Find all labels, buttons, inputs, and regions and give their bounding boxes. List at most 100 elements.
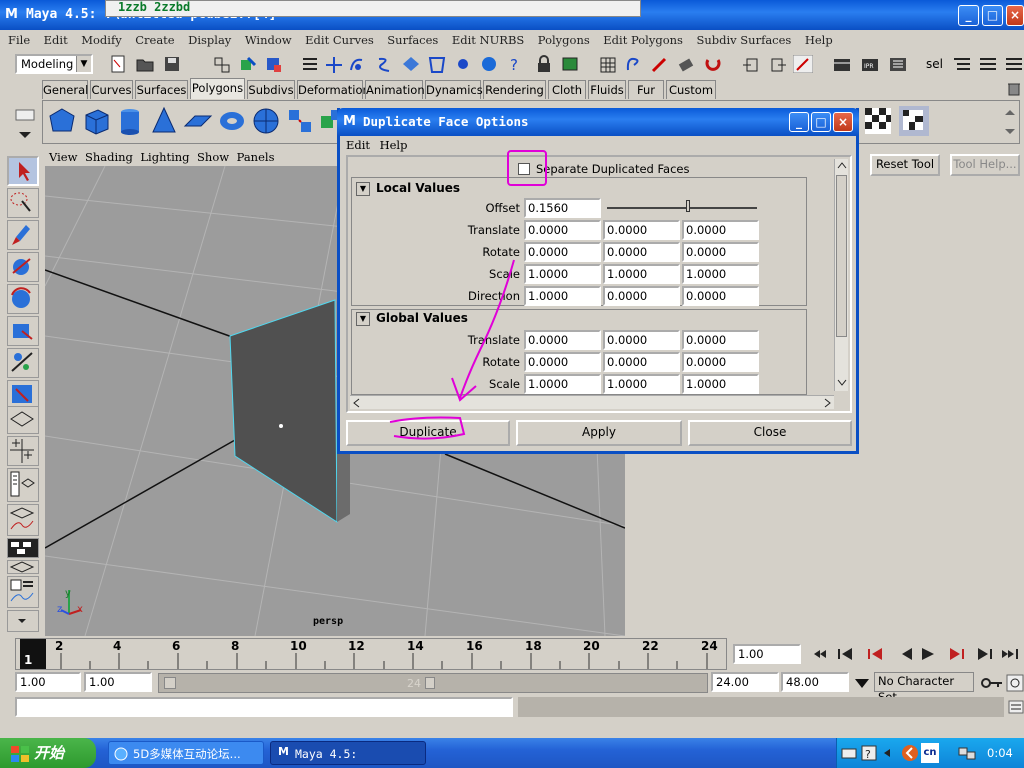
play-forwards-icon[interactable] — [922, 648, 934, 660]
shelf-tab-curves[interactable]: Curves — [90, 80, 133, 99]
play-backwards-icon[interactable] — [902, 648, 912, 660]
local-rotate-y[interactable]: 0.0000 — [603, 242, 680, 262]
lock-selection-icon[interactable] — [300, 55, 320, 73]
layout-outliner-button[interactable] — [7, 468, 39, 502]
network-icon[interactable] — [957, 744, 977, 762]
character-set-field[interactable]: No Character Set — [874, 672, 974, 704]
global-rotate-y[interactable]: 0.0000 — [603, 352, 680, 372]
vp-menu-show[interactable]: Show — [197, 148, 229, 166]
vertical-scrollbar[interactable] — [834, 159, 848, 391]
layout-persp-graph-button[interactable] — [7, 560, 39, 574]
tool-help-button[interactable]: Tool Help... — [950, 154, 1020, 176]
snap-view-icon[interactable] — [401, 55, 421, 73]
menu-subdiv-surfaces[interactable]: Subdiv Surfaces — [696, 30, 791, 50]
lock-icon[interactable] — [534, 55, 554, 73]
layout-single-button[interactable] — [7, 406, 39, 434]
new-scene-icon[interactable] — [108, 55, 128, 73]
shelf-tab-dynamics[interactable]: Dynamics — [425, 80, 483, 99]
maximize-button[interactable]: □ — [982, 5, 1003, 26]
minimize-button[interactable]: _ — [958, 5, 979, 26]
apply-button[interactable]: Apply — [516, 420, 682, 446]
toolbox-expand-button[interactable] — [7, 610, 39, 632]
task-maya-window[interactable]: Maya 4.5: .\unti... — [270, 741, 426, 765]
shelf-tab-surfaces[interactable]: Surfaces — [135, 80, 188, 99]
go-to-end-icon[interactable] — [1002, 649, 1018, 659]
layout-graph2-button[interactable] — [7, 576, 39, 608]
task-forum-window[interactable]: 5D多媒体互动论坛... — [108, 741, 264, 765]
local-scale-z[interactable]: 1.0000 — [682, 264, 759, 284]
shelf-tab-fluids[interactable]: Fluids — [588, 80, 626, 99]
global-scale-z[interactable]: 1.0000 — [682, 374, 759, 394]
rotate-tool-button[interactable] — [7, 284, 39, 314]
poly-sphere-wire-icon[interactable] — [251, 106, 281, 136]
range-start-handle[interactable] — [164, 677, 176, 689]
local-rotate-z[interactable]: 0.0000 — [682, 242, 759, 262]
step-back-key-icon[interactable] — [838, 648, 852, 660]
poly-plane-icon[interactable] — [183, 106, 213, 136]
poly-cylinder-icon[interactable] — [115, 106, 145, 136]
magnet-curve-icon[interactable] — [624, 55, 644, 73]
menu-display[interactable]: Display — [188, 30, 231, 50]
ipr-icon[interactable]: IPR — [860, 55, 880, 73]
pen-icon[interactable] — [650, 55, 670, 73]
extrude-face-icon[interactable] — [285, 106, 315, 136]
shelf-tab-fur[interactable]: Fur — [628, 80, 664, 99]
open-scene-icon[interactable] — [135, 55, 155, 73]
poly-cube-icon[interactable] — [81, 106, 111, 136]
tool-settings-icon[interactable] — [1004, 55, 1024, 73]
help-tray-icon[interactable]: ? — [861, 745, 877, 761]
auto-key-icon[interactable] — [980, 674, 1004, 692]
time-slider[interactable]: 1 2 4 6 8 10 12 14 16 18 20 22 24 — [15, 638, 727, 670]
vertical-scroll-thumb[interactable] — [836, 175, 847, 337]
global-translate-z[interactable]: 0.0000 — [682, 330, 759, 350]
dialog-menu-help[interactable]: Help — [380, 138, 408, 152]
shelf-tab-animation[interactable]: Animation — [365, 80, 425, 99]
menu-window[interactable]: Window — [245, 30, 292, 50]
ime-language-badge[interactable]: cn — [921, 743, 939, 763]
mode-select[interactable]: Modeling ▼ — [15, 54, 93, 74]
menu-create[interactable]: Create — [135, 30, 174, 50]
shelf-tab-custom[interactable]: Custom — [666, 80, 716, 99]
output-ops-icon[interactable] — [768, 55, 788, 73]
reset-tool-button[interactable]: Reset Tool — [870, 154, 940, 176]
transform-constraint-icon[interactable] — [793, 55, 813, 73]
scroll-right-icon[interactable] — [820, 396, 834, 410]
shelf-tab-deformation[interactable]: Deformation — [297, 80, 370, 99]
anim-prefs-icon[interactable] — [1006, 674, 1024, 692]
help-question-icon[interactable]: ? — [505, 55, 525, 73]
paint-select-tool-button[interactable] — [7, 220, 39, 250]
vp-menu-view[interactable]: View — [49, 148, 77, 166]
shelf-tab-cloth[interactable]: Cloth — [548, 80, 586, 99]
layout-graph-button[interactable] — [7, 504, 39, 536]
mask-icon[interactable] — [598, 55, 618, 73]
menu-help[interactable]: Help — [805, 30, 833, 50]
select-object-icon[interactable] — [238, 55, 258, 73]
scroll-left-icon[interactable] — [350, 396, 364, 410]
menu-edit[interactable]: Edit — [44, 30, 68, 50]
menu-edit-curves[interactable]: Edit Curves — [305, 30, 374, 50]
range-end-handle[interactable] — [425, 677, 435, 689]
character-set-dropdown-icon[interactable] — [852, 675, 872, 691]
tray-back-icon[interactable] — [901, 744, 919, 762]
snap-surface-icon[interactable] — [427, 55, 447, 73]
local-scale-y[interactable]: 1.0000 — [603, 264, 680, 284]
local-collapse-icon[interactable]: ▼ — [356, 182, 370, 196]
scale-tool-button[interactable] — [7, 316, 39, 346]
poly-torus-icon[interactable] — [217, 106, 247, 136]
shelf-scroll-icon[interactable] — [1003, 107, 1017, 137]
menu-modify[interactable]: Modify — [81, 30, 122, 50]
script-editor-icon[interactable] — [1008, 700, 1024, 714]
eraser-icon[interactable] — [676, 55, 696, 73]
channel-box-icon[interactable] — [978, 55, 998, 73]
snap-point-icon[interactable] — [375, 55, 395, 73]
close-window-button[interactable]: × — [1006, 5, 1024, 26]
render-icon[interactable] — [479, 55, 499, 73]
snap-grid-icon[interactable] — [324, 55, 344, 73]
poly-sphere-icon[interactable] — [47, 106, 77, 136]
layout-hypershade-button[interactable] — [7, 538, 39, 558]
select-component-icon[interactable] — [264, 55, 284, 73]
global-collapse-icon[interactable]: ▼ — [356, 312, 370, 326]
construction-history-icon[interactable] — [453, 55, 473, 73]
move-tool-button[interactable] — [7, 252, 39, 282]
menu-polygons[interactable]: Polygons — [538, 30, 590, 50]
